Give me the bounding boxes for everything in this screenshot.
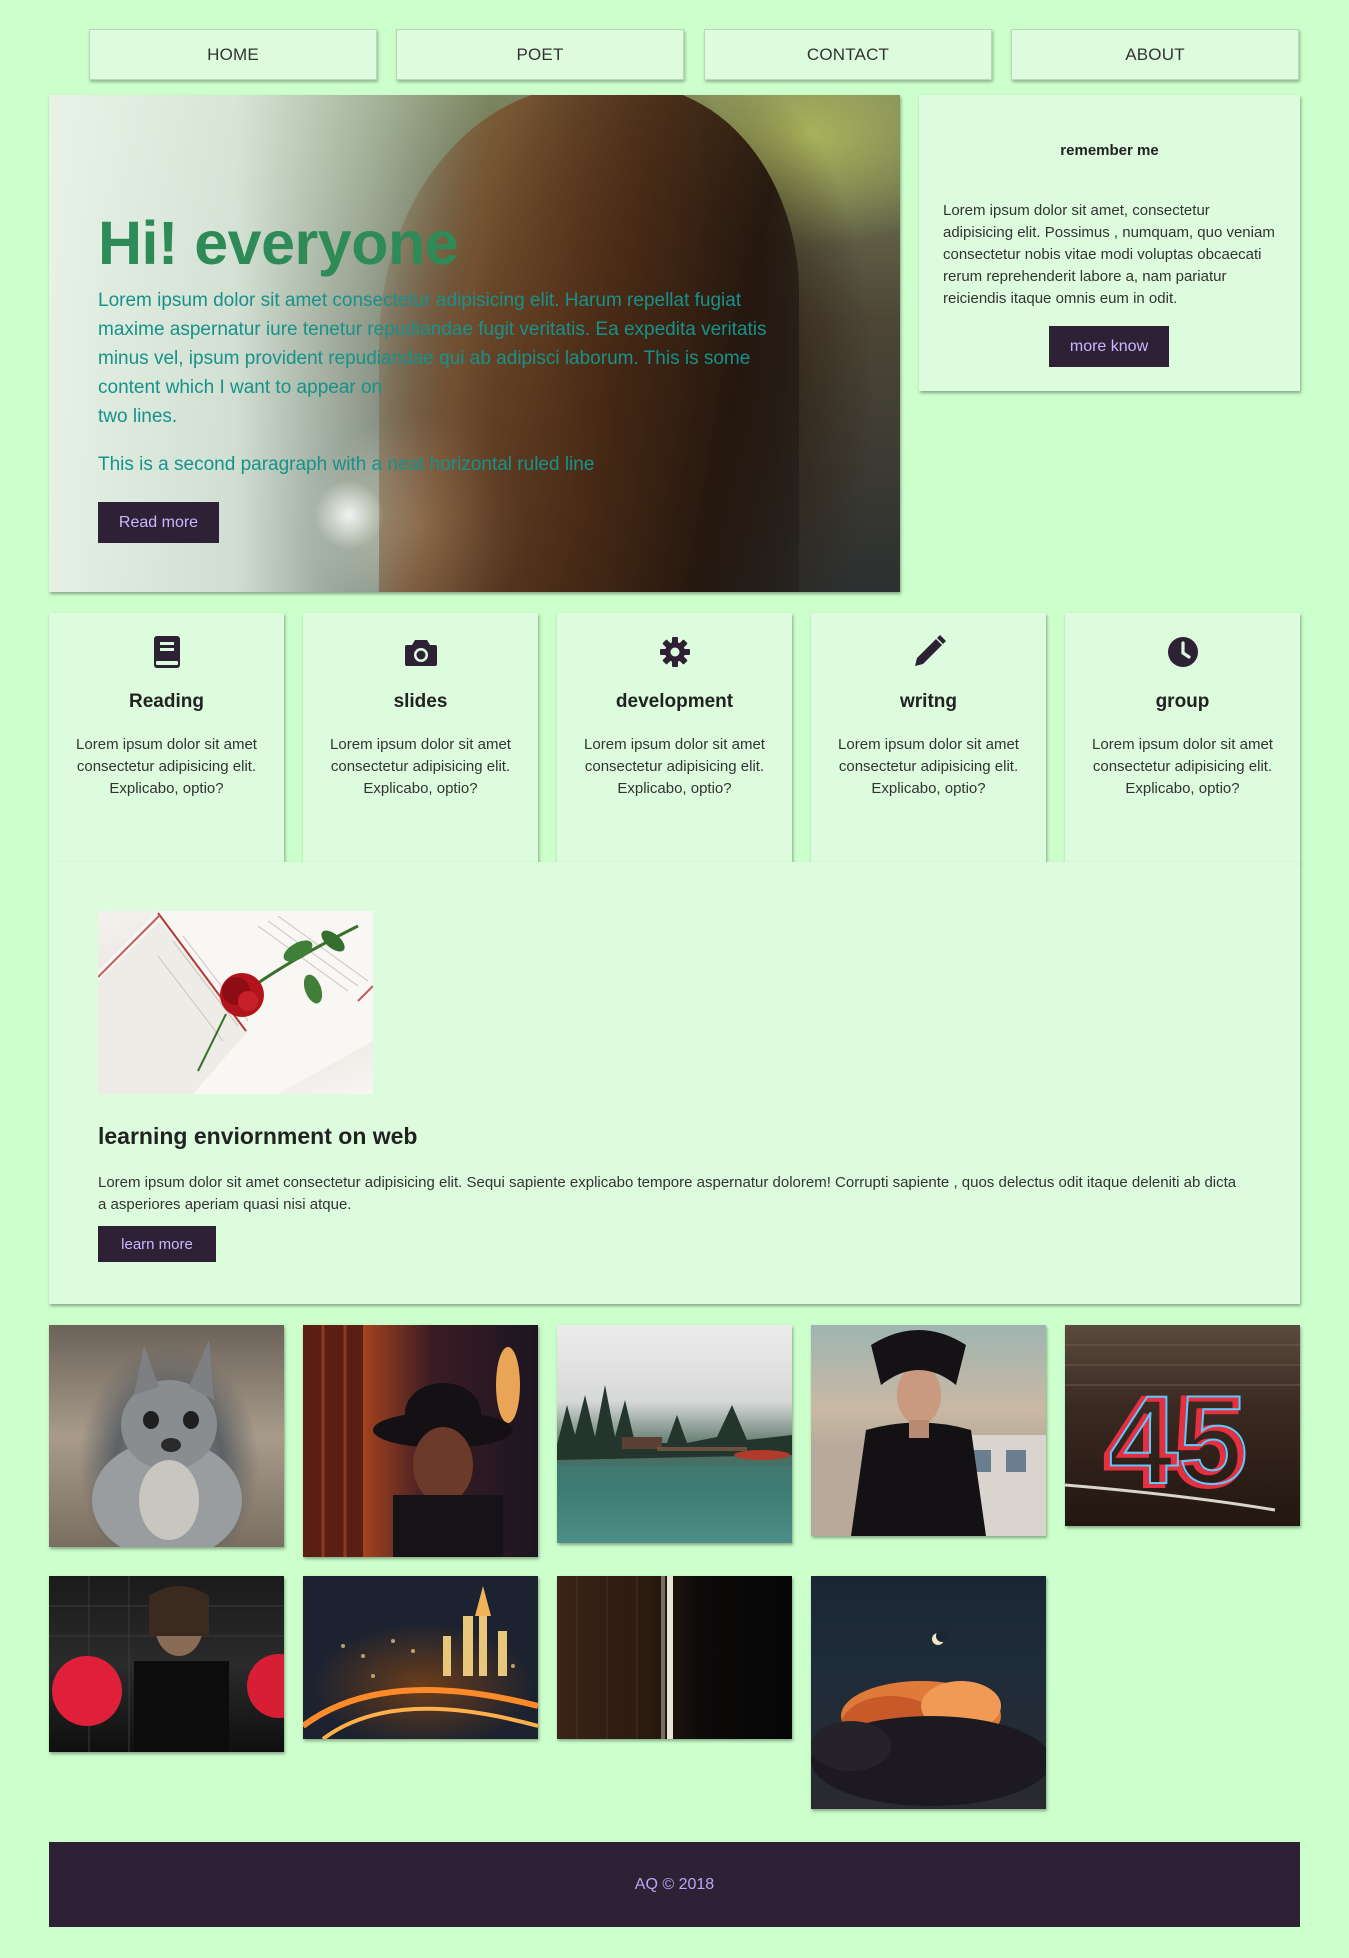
nav-poet-button[interactable]: POET — [396, 29, 684, 80]
gallery-woman-photo[interactable] — [811, 1325, 1046, 1536]
neon-45-sign-glow: 45 — [1109, 1371, 1248, 1510]
feature-card-group: group Lorem ipsum dolor sit amet consect… — [1065, 613, 1300, 863]
hero-paragraph: Lorem ipsum dolor sit amet consectetur a… — [98, 286, 843, 431]
rose-book-image — [98, 911, 373, 1094]
learning-text: Lorem ipsum dolor sit amet consectetur a… — [98, 1174, 1237, 1213]
remember-me-text: Lorem ipsum dolor sit amet, consectetur … — [943, 202, 1275, 307]
feature-text: Lorem ipsum dolor sit amet consectetur a… — [1092, 736, 1273, 797]
feature-text: Lorem ipsum dolor sit amet consectetur a… — [330, 736, 511, 797]
nav-contact-button[interactable]: CONTACT — [704, 29, 992, 80]
gear-icon — [557, 635, 792, 669]
nav-about-button[interactable]: ABOUT — [1011, 29, 1299, 80]
feature-card-slides: slides Lorem ipsum dolor sit amet consec… — [303, 613, 538, 863]
feature-card-reading: Reading Lorem ipsum dolor sit amet conse… — [49, 613, 284, 863]
gallery-dog-photo[interactable] — [49, 1325, 284, 1547]
hero-paragraph-line: minus vel, ipsum provident repudiandae q… — [98, 348, 751, 369]
feature-title: group — [1155, 691, 1210, 712]
gallery-city-night-photo[interactable] — [303, 1576, 538, 1739]
feature-card-development: development Lorem ipsum dolor sit amet c… — [557, 613, 792, 863]
read-more-button[interactable]: Read more — [98, 502, 219, 543]
hero-banner: Hi! everyone Lorem ipsum dolor sit amet … — [49, 95, 900, 592]
hero-light-glow — [314, 480, 384, 550]
gallery-door-light-photo[interactable] — [557, 1576, 792, 1739]
gallery-balloons-photo[interactable] — [49, 1576, 284, 1752]
clock-icon — [1065, 635, 1300, 669]
gallery-neon-45-photo[interactable]: 45 45 — [1065, 1325, 1300, 1526]
remember-me-panel: remember me Lorem ipsum dolor sit amet, … — [919, 95, 1300, 391]
nav-home-button[interactable]: HOME — [89, 29, 377, 80]
feature-title: development — [615, 691, 734, 712]
footer-copyright: AQ © 2018 — [634, 1875, 715, 1893]
feature-card-writing: writng Lorem ipsum dolor sit amet consec… — [811, 613, 1046, 863]
hero-second-paragraph: This is a second paragraph with a neat h… — [98, 454, 595, 475]
more-know-button[interactable]: more know — [1049, 326, 1169, 367]
feature-text: Lorem ipsum dolor sit amet consectetur a… — [76, 736, 257, 797]
learn-more-button[interactable]: learn more — [98, 1226, 216, 1262]
hero-title: Hi! everyone — [98, 209, 459, 277]
book-icon — [49, 635, 284, 669]
hero-paragraph-line: Lorem ipsum dolor sit amet consectetur a… — [98, 290, 742, 311]
hero-paragraph-line: maxime aspernatur iure tenetur repudiand… — [98, 319, 767, 340]
feature-title: slides — [393, 691, 448, 712]
hero-paragraph-line: two lines. — [98, 406, 178, 427]
hero-paragraph-line: content which I want to appear on — [98, 377, 383, 398]
remember-me-title: remember me — [1060, 142, 1159, 159]
feature-text: Lorem ipsum dolor sit amet consectetur a… — [584, 736, 765, 797]
learning-section: learning enviornment on web Lorem ipsum … — [49, 862, 1300, 1304]
feature-title: writng — [900, 691, 957, 712]
gallery-moon-cloud-photo[interactable] — [811, 1576, 1046, 1809]
gallery-lake-photo[interactable] — [557, 1325, 792, 1543]
camera-icon — [303, 635, 538, 669]
footer: AQ © 2018 — [49, 1842, 1300, 1927]
pencil-icon — [811, 635, 1046, 669]
feature-text: Lorem ipsum dolor sit amet consectetur a… — [838, 736, 1019, 797]
feature-title: Reading — [129, 691, 204, 712]
gallery-cowboy-photo[interactable] — [303, 1325, 538, 1557]
learning-title: learning enviornment on web — [98, 1123, 418, 1149]
